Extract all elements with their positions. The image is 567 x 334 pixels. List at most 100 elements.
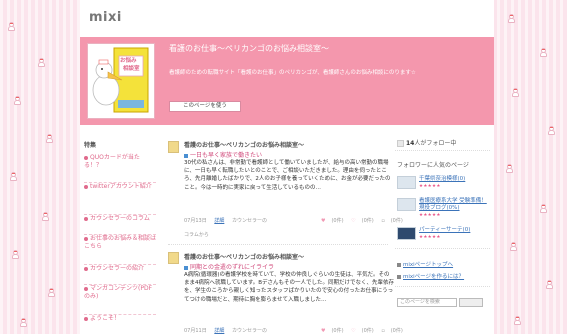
sidebar-item-column[interactable]: カウンセラーのコラム — [84, 214, 156, 223]
nurse-pattern-icon — [540, 48, 547, 57]
nurse-pattern-icon — [512, 88, 519, 97]
post-date: 07月11日 — [184, 328, 207, 334]
post-title: 一日も早く家族で働きたい — [190, 152, 263, 159]
sidebar-item-welcome[interactable]: ようこそ！ — [84, 314, 156, 323]
post-icon — [184, 153, 188, 158]
search-button[interactable] — [459, 298, 483, 307]
like-count: (0件) — [331, 218, 344, 224]
sidebar-item-manga[interactable]: マンガコンテンツ(PDFのみ) — [84, 284, 156, 301]
page-thumbnail — [397, 227, 416, 240]
sidebar-title: 特集 — [84, 142, 97, 149]
mixi-page-top-link[interactable]: mixiページトップへ — [397, 260, 453, 268]
post-divider — [168, 244, 388, 245]
post-date: 07月13日 — [184, 218, 207, 224]
bullet-icon — [84, 155, 88, 160]
sidebar-item-label: マンガコンテンツ(PDFのみ) — [84, 285, 153, 300]
sidebar-item-label: QUOカードが当たる！？ — [84, 154, 140, 169]
bullet-icon — [84, 236, 88, 241]
like-icon[interactable]: ♥ — [321, 218, 325, 224]
post-page-name[interactable]: 看護のお仕事～ペリカンゴのお悩み相談室～ — [184, 252, 304, 261]
divider — [395, 286, 490, 287]
nurse-pattern-icon — [20, 318, 27, 327]
avatar[interactable] — [168, 252, 179, 264]
heart-icon[interactable]: ♡ — [351, 328, 355, 334]
sidebar-item-label: カウンセラーのコラム — [90, 215, 150, 222]
bullet-icon — [84, 266, 88, 271]
link-label: mixiページトップへ — [403, 262, 454, 268]
sidebar-item-label: twitterアカウント紹介 — [90, 183, 152, 190]
nurse-pattern-icon — [510, 242, 517, 251]
rating-stars: ★★★★★ — [419, 235, 441, 240]
rating-stars: ★★★★★ — [419, 184, 441, 189]
sidebar-item-counselor[interactable]: カウンセラーの紹介 — [84, 264, 156, 273]
post-detail-link[interactable]: 詳細 — [214, 328, 224, 334]
heart-count: (0件) — [361, 218, 374, 224]
sidebar-item-label: お仕事のお悩み＆相談はこちら — [84, 235, 157, 250]
divider — [395, 150, 490, 151]
comment-count: (0件) — [390, 328, 403, 334]
page-thumbnail — [397, 198, 416, 211]
bullet-icon — [84, 286, 88, 291]
thumb-label: お悩み — [120, 58, 137, 64]
create-page-link[interactable]: mixiページを作るには？ — [397, 272, 464, 280]
follower-suffix: 人がフォロー中 — [414, 140, 457, 147]
page-description: 看護師のための転職サイト「看護のお仕事」のペリカンゴが、看護師さんのお悩み相談に… — [169, 70, 416, 76]
post-title-link[interactable]: 一日も早く家族で働きたい — [184, 150, 262, 159]
comment-count: (0件) — [390, 218, 403, 224]
divider — [395, 248, 490, 249]
post-meta: 07月13日 詳細 カウンセラーの — [184, 217, 273, 224]
nurse-pattern-icon — [514, 316, 521, 325]
arrow-icon — [397, 274, 401, 279]
people-icon — [397, 140, 404, 147]
post-icon — [184, 265, 188, 270]
popular-page-link[interactable]: パーティーサーテ(0) — [419, 227, 470, 234]
sidebar-item-label: カウンセラーの紹介 — [90, 265, 145, 272]
post-title: 同期との金遣のずれにイライラ — [190, 264, 274, 271]
popular-page-link[interactable]: 千葉県奈治模様(0) — [419, 176, 465, 183]
page-thumbnail — [397, 176, 416, 189]
header: mixi — [80, 0, 494, 37]
bullet-icon — [84, 184, 88, 189]
nurse-pattern-icon — [548, 126, 555, 135]
follower-count: 14人がフォロー中 — [397, 138, 456, 147]
post-body: 30代の私さんは、非常勤で看護師として働いていましたが、給与の高い常勤の職場に、… — [184, 160, 391, 191]
nurse-pattern-icon — [8, 22, 15, 31]
nurse-pattern-icon — [42, 212, 49, 221]
heart-icon[interactable]: ♡ — [351, 218, 355, 224]
post-detail-link[interactable]: 詳細 — [214, 218, 224, 224]
use-page-button[interactable]: このページを使う — [169, 101, 241, 112]
post-author[interactable]: カウンセラーの — [232, 218, 267, 224]
nurse-pattern-icon — [546, 280, 553, 289]
arrow-icon — [397, 262, 401, 267]
thumb-label: 相談室 — [123, 66, 140, 72]
nurse-pattern-icon — [508, 14, 515, 23]
post-meta: 07月11日 詳細 カウンセラーの — [184, 327, 273, 334]
post-body: A病院(循環器)の看護学校を時ていて、学校の仲良しぐらいの生徒は、平気だ。そのま… — [184, 272, 394, 303]
link-label: mixiページを作るには？ — [403, 274, 465, 280]
nurse-pattern-icon — [10, 172, 17, 181]
community-banner: お悩み 相談室 看護のお仕事～ペリカンゴのお悩み相談室～ 看護師のための転職サイ… — [80, 37, 494, 125]
post-source: コラムから — [184, 232, 209, 238]
rating-stars: ★★★★★ — [419, 213, 441, 218]
post-title-link[interactable]: 同期との金遣のずれにイライラ — [184, 262, 274, 271]
nurse-pattern-icon — [38, 58, 45, 67]
like-icon[interactable]: ♥ — [321, 328, 325, 334]
nurse-pattern-icon — [48, 288, 55, 297]
popular-page-link[interactable]: 看護医療系大学 受験準備！現役ブログ(0%) — [419, 198, 491, 212]
sidebar-item-twitter[interactable]: twitterアカウント紹介 — [84, 182, 156, 191]
heart-count: (0件) — [361, 328, 374, 334]
sidebar-item-quo[interactable]: QUOカードが当たる！？ — [84, 154, 156, 170]
bullet-icon — [84, 216, 88, 221]
post-page-name[interactable]: 看護のお仕事～ペリカンゴのお悩み相談室～ — [184, 140, 304, 149]
bullet-icon — [84, 316, 88, 321]
comment-icon[interactable]: ▫ — [381, 328, 384, 334]
page-search-input[interactable]: このページを検索 — [397, 298, 457, 307]
nurse-pattern-icon — [46, 134, 53, 143]
nurse-pattern-icon — [14, 96, 21, 105]
mixi-logo[interactable]: mixi — [89, 10, 122, 25]
sidebar-item-consult[interactable]: お仕事のお悩み＆相談はこちら — [84, 234, 156, 251]
nurse-pattern-icon — [506, 164, 513, 173]
comment-icon[interactable]: ▫ — [381, 218, 384, 224]
avatar[interactable] — [168, 141, 179, 153]
post-author[interactable]: カウンセラーの — [232, 328, 267, 334]
